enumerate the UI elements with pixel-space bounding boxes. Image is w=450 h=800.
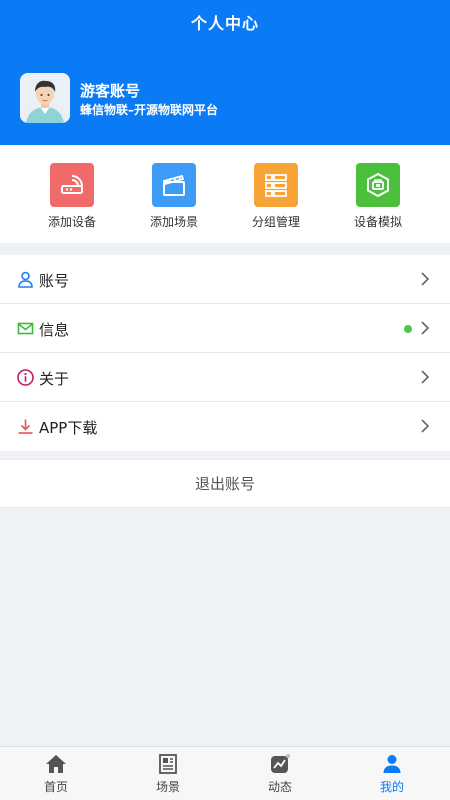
clapperboard-icon xyxy=(152,163,196,207)
menu-item-messages[interactable]: 信息 xyxy=(0,304,450,353)
tab-label: 首页 xyxy=(43,780,68,794)
quick-action-label: 设备模拟 xyxy=(353,215,402,229)
quick-action-label: 分组管理 xyxy=(251,215,300,229)
quick-action-label: 添加设备 xyxy=(47,215,96,229)
tab-activity[interactable]: 动态 xyxy=(224,753,336,795)
group-list-icon xyxy=(254,163,298,207)
menu-item-account[interactable]: 账号 xyxy=(0,255,450,304)
home-icon xyxy=(46,755,66,773)
chevron-right-icon xyxy=(421,419,430,433)
user-subtitle: 蜂信物联–开源物联网平台 xyxy=(80,103,219,117)
settings-menu: 账号 信息 关于 APP下载 xyxy=(0,255,450,451)
device-sim-icon xyxy=(356,163,400,207)
quick-action-label: 添加场景 xyxy=(149,215,198,229)
user-name: 游客账号 xyxy=(80,82,141,100)
tab-label: 动态 xyxy=(267,780,292,794)
chevron-right-icon xyxy=(421,272,430,286)
activity-icon xyxy=(271,754,290,773)
notification-dot xyxy=(404,325,412,333)
tab-mine[interactable]: 我的 xyxy=(336,753,448,795)
avatar[interactable] xyxy=(20,73,70,123)
profile-header: 个人中心 游客账号 蜂信物联–开源物联网平台 xyxy=(0,0,450,145)
download-icon xyxy=(18,419,33,434)
add-device-button[interactable]: 添加设备 xyxy=(27,163,117,230)
quick-actions: 添加设备 添加场景 分组管理 设备模拟 xyxy=(0,145,450,243)
chevron-right-icon xyxy=(421,321,430,335)
tab-label: 我的 xyxy=(379,780,404,794)
mail-icon xyxy=(17,322,34,335)
menu-item-label: 账号 xyxy=(39,272,70,290)
scene-icon xyxy=(159,754,177,774)
tab-scene[interactable]: 场景 xyxy=(112,753,224,795)
menu-item-label: 信息 xyxy=(39,321,70,339)
add-scene-button[interactable]: 添加场景 xyxy=(129,163,219,230)
tab-home[interactable]: 首页 xyxy=(0,753,112,795)
logout-button[interactable]: 退出账号 xyxy=(0,459,450,508)
page-title: 个人中心 xyxy=(190,14,259,33)
menu-item-label: 关于 xyxy=(39,370,70,388)
device-simulate-button[interactable]: 设备模拟 xyxy=(333,163,423,230)
menu-item-label: APP下载 xyxy=(39,419,98,437)
info-icon xyxy=(17,369,34,386)
menu-item-about[interactable]: 关于 xyxy=(0,353,450,402)
router-icon xyxy=(50,163,94,207)
menu-item-app-download[interactable]: APP下载 xyxy=(0,402,450,451)
group-manage-button[interactable]: 分组管理 xyxy=(231,163,321,230)
user-icon xyxy=(18,271,33,288)
chevron-right-icon xyxy=(421,370,430,384)
bottom-tab-bar: 首页 场景 动态 我的 xyxy=(0,746,450,800)
tab-label: 场景 xyxy=(155,780,180,794)
profile-icon xyxy=(383,755,401,773)
